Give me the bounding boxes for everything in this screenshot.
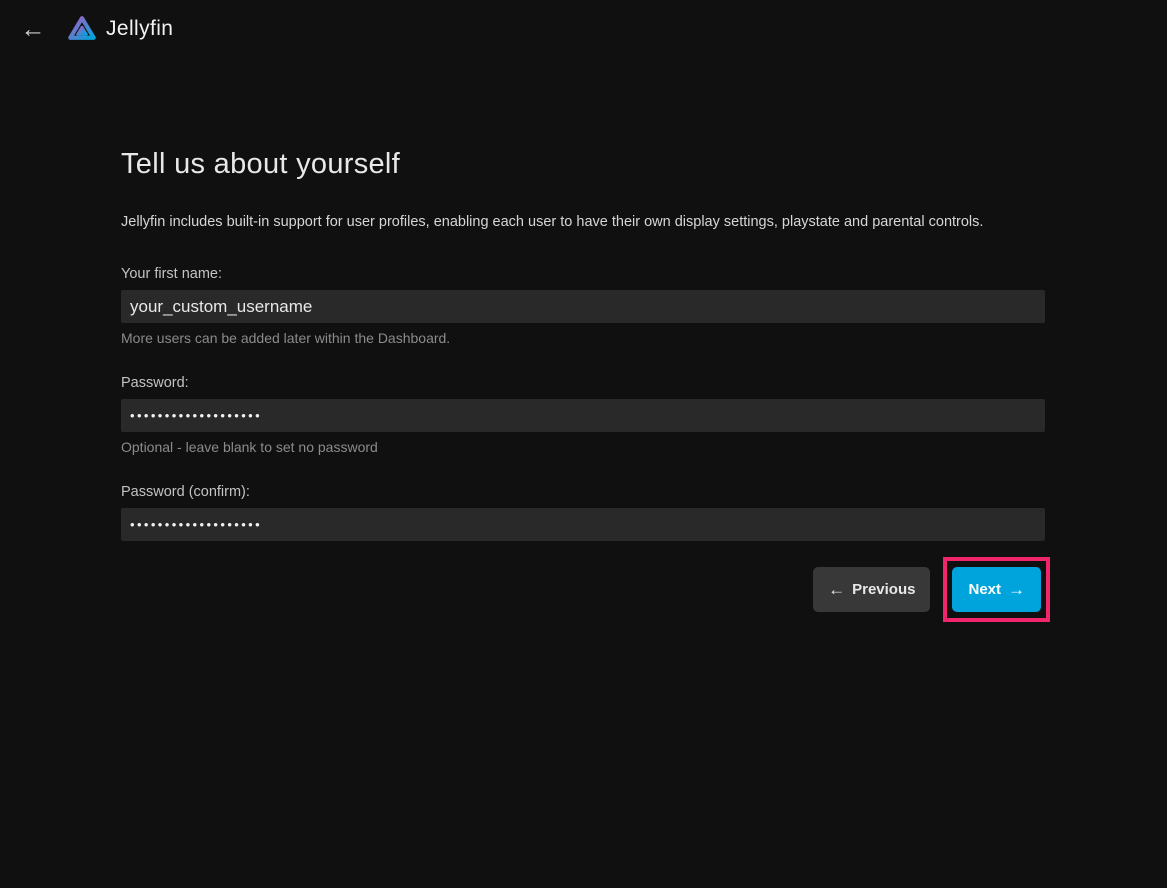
page-title: Tell us about yourself xyxy=(121,148,1045,181)
app-title: Jellyfin xyxy=(106,17,173,41)
arrow-right-icon: → xyxy=(1008,581,1025,598)
username-field-group: Your first name: More users can be added… xyxy=(121,266,1045,346)
wizard-button-row: ← Previous Next → xyxy=(121,557,1045,622)
previous-button-label: Previous xyxy=(852,581,915,598)
wizard-content: Tell us about yourself Jellyfin includes… xyxy=(121,58,1045,622)
username-label: Your first name: xyxy=(121,266,1045,282)
password-helper-text: Optional - leave blank to set no passwor… xyxy=(121,439,1045,455)
header: ← Jellyfin xyxy=(0,0,1167,58)
password-label: Password: xyxy=(121,375,1045,391)
previous-button[interactable]: ← Previous xyxy=(813,567,930,612)
password-input[interactable] xyxy=(121,399,1045,432)
back-button[interactable]: ← xyxy=(12,8,54,50)
next-button-highlight-annotation: Next → xyxy=(943,557,1050,622)
password-field-group: Password: Optional - leave blank to set … xyxy=(121,375,1045,455)
arrow-left-icon: ← xyxy=(828,581,845,598)
next-button[interactable]: Next → xyxy=(952,567,1041,612)
arrow-left-icon: ← xyxy=(21,15,46,43)
page-description: Jellyfin includes built-in support for u… xyxy=(121,214,1045,230)
password-confirm-input[interactable] xyxy=(121,508,1045,541)
jellyfin-logo-icon xyxy=(67,14,97,44)
password-confirm-label: Password (confirm): xyxy=(121,484,1045,500)
password-confirm-field-group: Password (confirm): xyxy=(121,484,1045,541)
brand: Jellyfin xyxy=(67,14,173,44)
username-input[interactable] xyxy=(121,290,1045,323)
username-helper-text: More users can be added later within the… xyxy=(121,330,1045,346)
next-button-label: Next xyxy=(968,581,1001,598)
jellyfin-setup-page: ← Jellyfin Tell us about yourself Jellyf… xyxy=(0,0,1167,622)
